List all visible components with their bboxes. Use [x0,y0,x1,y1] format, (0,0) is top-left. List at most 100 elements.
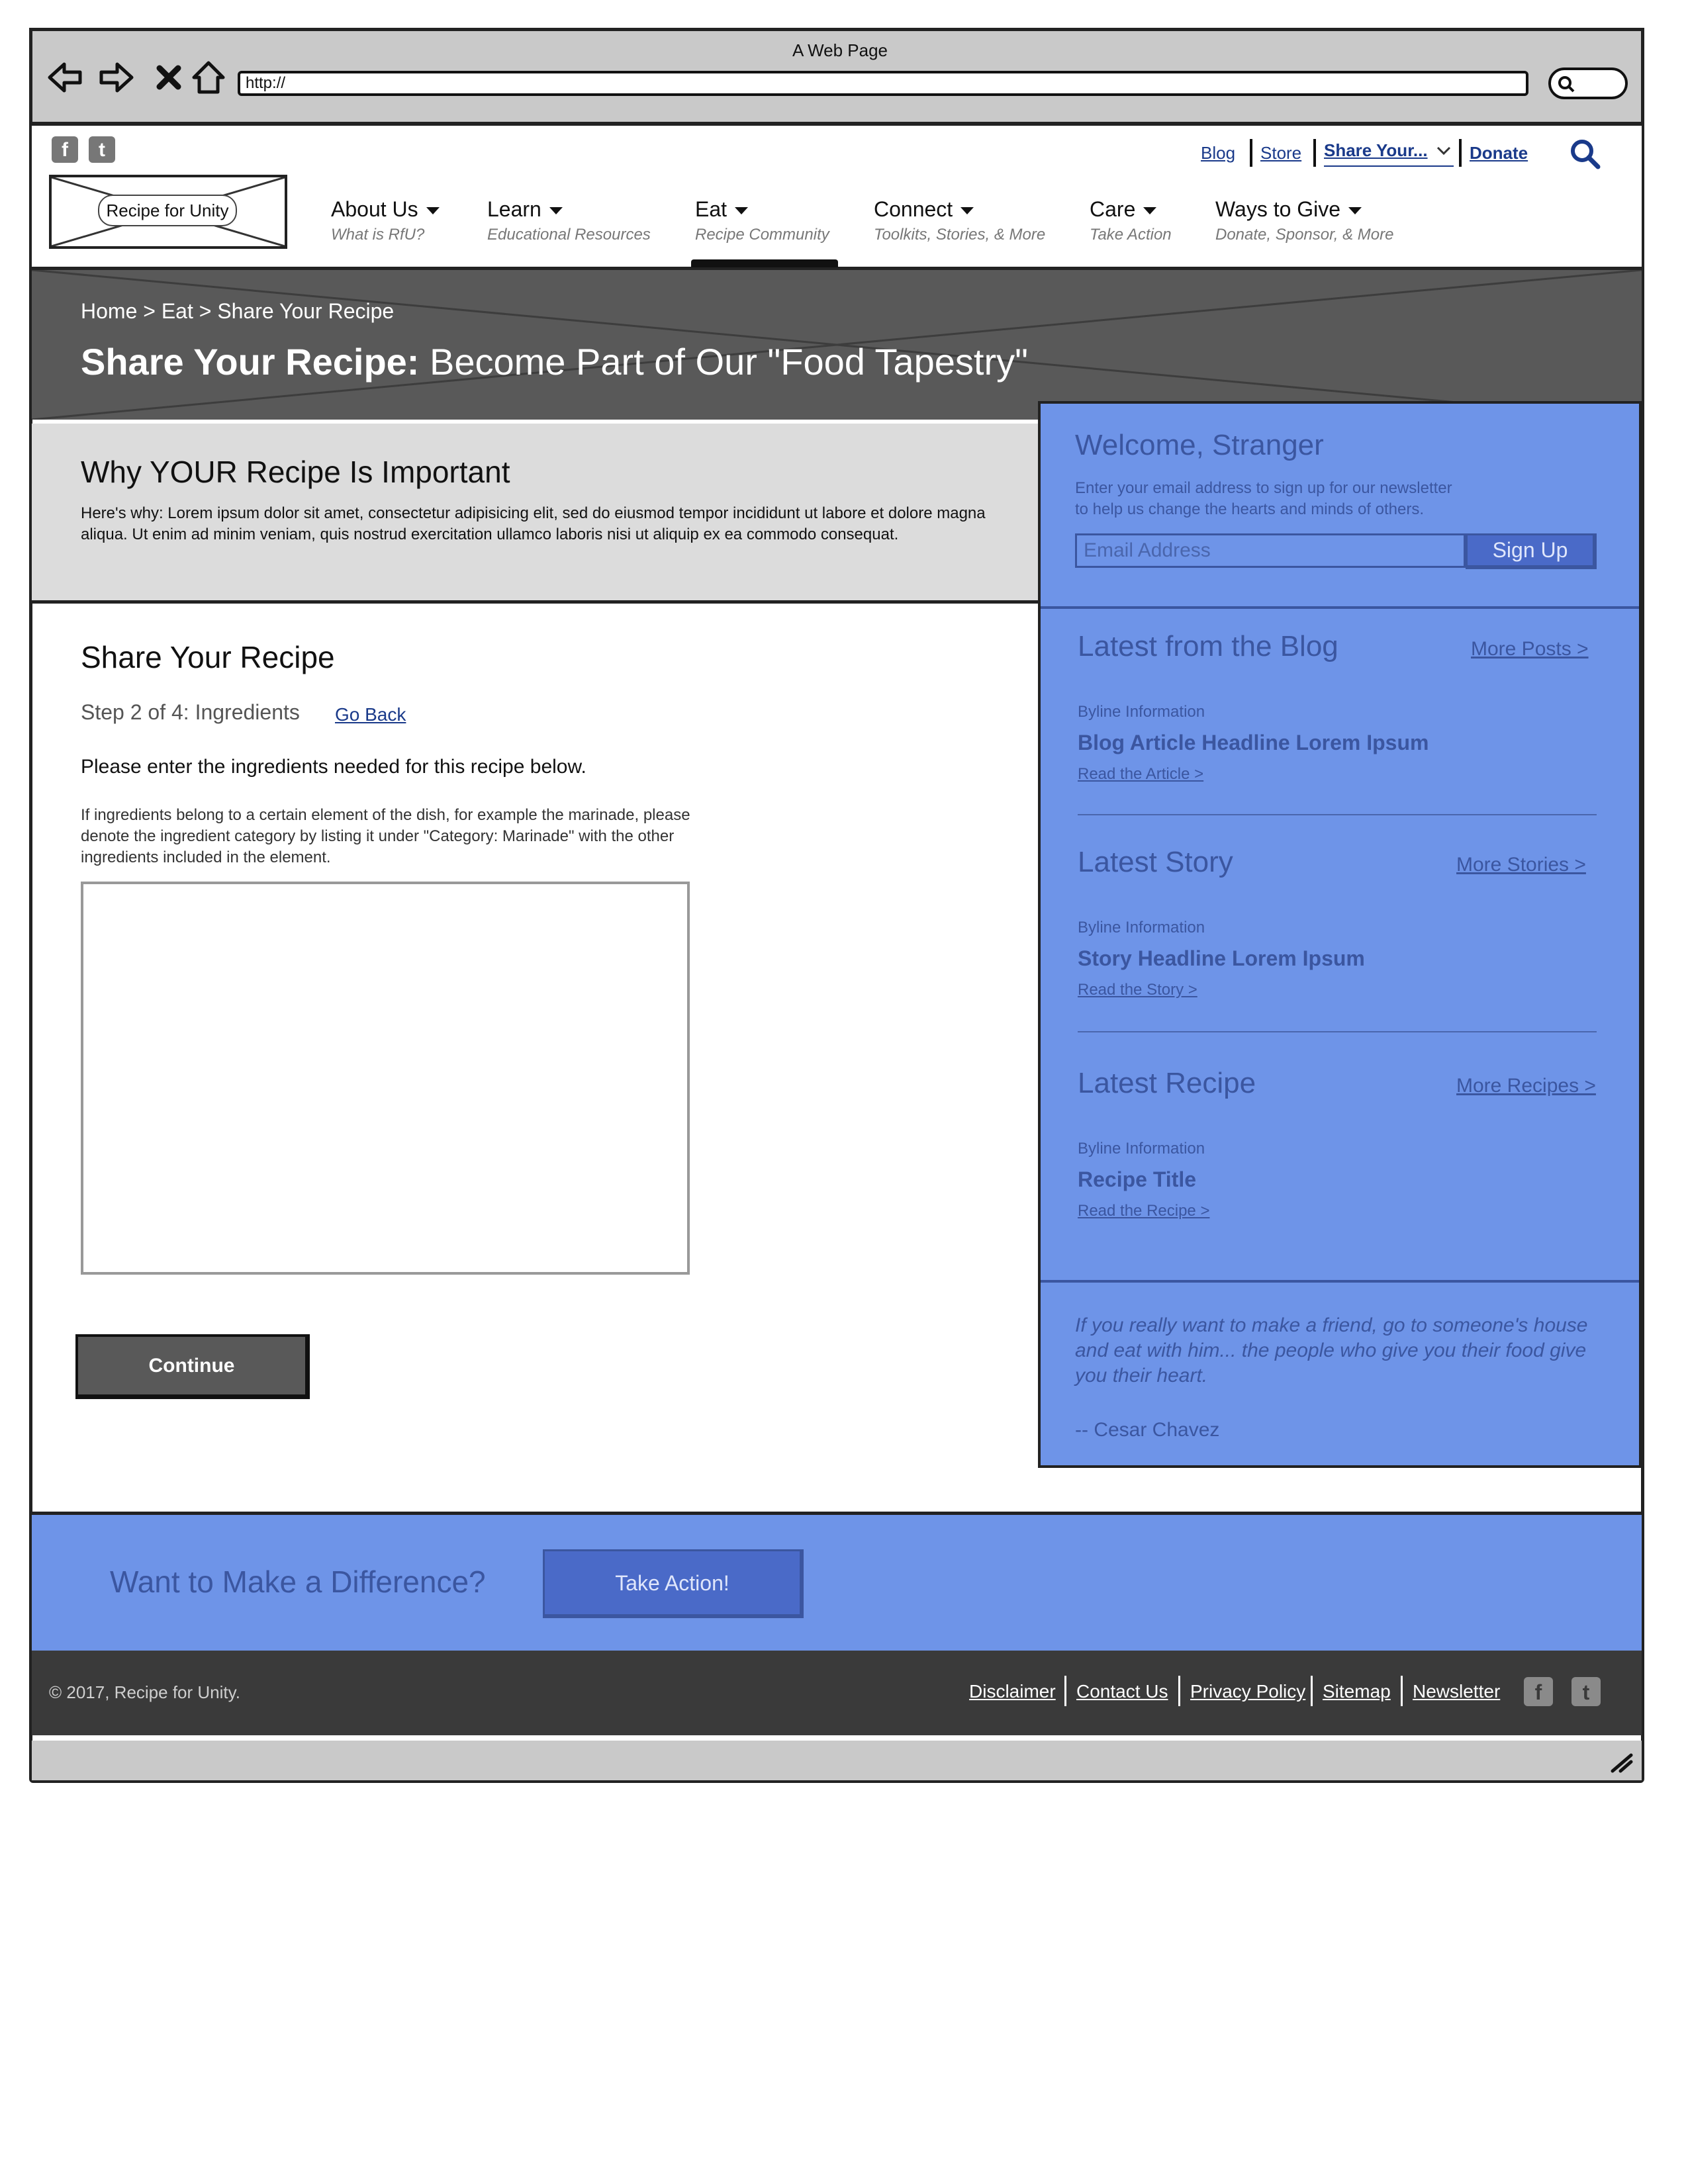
cta-band: Want to Make a Difference? Take Action! [32,1512,1642,1651]
facebook-icon[interactable]: f [52,136,78,163]
divider [1078,814,1597,815]
more-recipes-link[interactable]: More Recipes > [1456,1075,1596,1097]
more-posts-link[interactable]: More Posts > [1471,638,1589,660]
sidebar: Welcome, Stranger Enter your email addre… [1038,401,1642,1468]
page-title-rest: Become Part of Our "Food Tapestry" [419,341,1029,383]
nav-sub: What is RfU? [331,226,425,244]
nav-sub: Toolkits, Stories, & More [874,226,1046,244]
stop-icon[interactable] [149,58,189,97]
blog-link[interactable]: Blog [1201,143,1235,163]
cta-text: Want to Make a Difference? [110,1565,486,1599]
nav-care[interactable]: Care Take Action [1090,197,1172,244]
step-indicator: Step 2 of 4: Ingredients [81,700,300,724]
nav-about-us[interactable]: About Us What is RfU? [331,197,440,244]
email-field[interactable]: Email Address [1075,533,1466,568]
caret-down-icon [1143,207,1157,215]
continue-button[interactable]: Continue [75,1334,310,1399]
home-icon[interactable] [189,58,228,97]
browser-status-bar [32,1741,1642,1780]
blog-byline: Byline Information [1078,703,1205,721]
blog-headline[interactable]: Blog Article Headline Lorem Ipsum [1078,731,1429,755]
sign-up-button[interactable]: Sign Up [1466,533,1597,569]
nav-label: Eat [695,197,727,221]
footer-link-privacy-policy[interactable]: Privacy Policy [1190,1681,1305,1702]
share-dropdown-label: Share Your... [1324,140,1428,160]
divider [1311,1676,1313,1706]
intro-title: Why YOUR Recipe Is Important [81,455,510,489]
nav-label: Ways to Give [1215,197,1341,221]
welcome-text-line-2: to help us change the hearts and minds o… [1075,500,1425,518]
nav-eat[interactable]: Eat Recipe Community [695,197,829,244]
nav-sub: Donate, Sponsor, & More [1215,226,1394,244]
browser-search-field[interactable] [1548,68,1628,99]
search-icon [1558,76,1575,93]
form-hint: If ingredients belong to a certain eleme… [81,806,690,866]
nav-sub: Educational Resources [487,226,651,244]
recipe-byline: Byline Information [1078,1140,1205,1158]
form-instruction: Please enter the ingredients needed for … [81,756,586,778]
caret-down-icon [735,207,749,215]
go-back-link[interactable]: Go Back [335,704,406,725]
nav-label: Learn [487,197,541,221]
recipe-headline[interactable]: Recipe Title [1078,1167,1196,1192]
resize-grip-icon[interactable] [1607,1750,1634,1774]
footer-link-disclaimer[interactable]: Disclaimer [969,1681,1056,1702]
more-stories-link[interactable]: More Stories > [1456,854,1586,876]
nav-connect[interactable]: Connect Toolkits, Stories, & More [874,197,1045,244]
read-story-link[interactable]: Read the Story > [1078,981,1197,999]
divider [1178,1676,1180,1706]
url-bar[interactable]: http:// [238,71,1528,96]
footer-link-sitemap[interactable]: Sitemap [1323,1681,1391,1702]
footer-link-newsletter[interactable]: Newsletter [1413,1681,1500,1702]
caret-down-icon [426,207,440,215]
nav-sub: Recipe Community [695,226,829,244]
caret-down-icon [961,207,974,215]
intro-text: Here's why: Lorem ipsum dolor sit amet, … [81,504,986,543]
active-nav-indicator [691,259,838,267]
store-link[interactable]: Store [1260,143,1301,163]
recipe-section-title: Latest Recipe [1078,1067,1256,1099]
logo[interactable]: Recipe for Unity [49,175,287,249]
divider [1041,606,1639,609]
site-footer: © 2017, Recipe for Unity. Disclaimer Con… [32,1651,1642,1735]
nav-learn[interactable]: Learn Educational Resources [487,197,651,244]
chevron-down-icon [1436,146,1451,156]
site-header: f t Recipe for Unity Blog Store Share Yo… [32,126,1642,270]
share-dropdown[interactable]: Share Your... [1324,140,1454,167]
story-headline[interactable]: Story Headline Lorem Ipsum [1078,946,1365,971]
logo-text: Recipe for Unity [98,195,237,226]
breadcrumb: Home > Eat > Share Your Recipe [81,299,395,323]
take-action-button[interactable]: Take Action! [543,1549,804,1618]
nav-sub: Take Action [1090,226,1172,244]
story-byline: Byline Information [1078,919,1205,936]
nav-ways-to-give[interactable]: Ways to Give Donate, Sponsor, & More [1215,197,1393,244]
intro-section: Why YOUR Recipe Is Important Here's why:… [32,424,1041,604]
nav-label: Connect [874,197,953,221]
story-section-title: Latest Story [1078,846,1233,878]
quote-text: If you really want to make a friend, go … [1075,1314,1588,1387]
caret-down-icon [549,207,563,215]
back-icon[interactable] [46,58,85,97]
welcome-text-line-1: Enter your email address to sign up for … [1075,479,1452,497]
forward-icon[interactable] [96,58,136,97]
hero-banner: Home > Eat > Share Your Recipe Share You… [32,270,1642,420]
read-article-link[interactable]: Read the Article > [1078,765,1203,784]
nav-label: Care [1090,197,1136,221]
donate-link[interactable]: Donate [1470,143,1528,163]
divider [1064,1676,1066,1706]
divider [1459,139,1462,167]
search-icon[interactable] [1569,138,1602,171]
divider [1041,1280,1639,1283]
facebook-icon[interactable]: f [1524,1677,1553,1706]
divider [1401,1676,1403,1706]
browser-toolbar: A Web Page http:// [29,28,1644,126]
twitter-icon[interactable]: t [1571,1677,1601,1706]
ingredients-textarea[interactable] [81,882,690,1275]
footer-link-contact-us[interactable]: Contact Us [1076,1681,1168,1702]
divider [1313,139,1316,167]
page-title-bold: Share Your Recipe: [81,341,420,383]
quote-author: -- Cesar Chavez [1075,1419,1220,1441]
read-recipe-link[interactable]: Read the Recipe > [1078,1202,1209,1220]
twitter-icon[interactable]: t [89,136,115,163]
welcome-title: Welcome, Stranger [1075,429,1324,461]
